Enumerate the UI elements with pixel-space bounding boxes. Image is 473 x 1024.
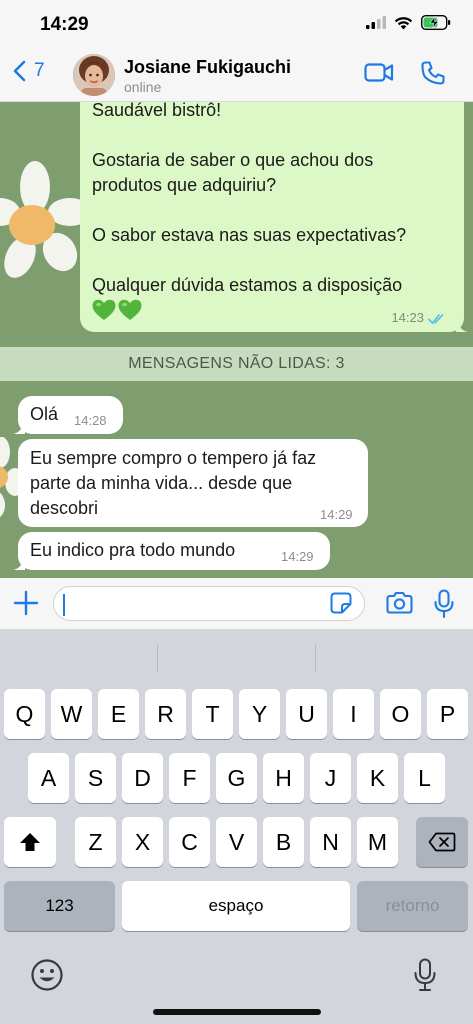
message-text: Olá bbox=[30, 404, 59, 424]
key-t[interactable]: T bbox=[192, 689, 233, 739]
space-key[interactable]: espaço bbox=[122, 881, 350, 931]
avatar[interactable] bbox=[73, 54, 115, 96]
key-k[interactable]: K bbox=[357, 753, 398, 803]
incoming-message-bubble[interactable]: Eu sempre compro o tempero já faz parte … bbox=[18, 439, 368, 527]
key-a[interactable]: A bbox=[28, 753, 69, 803]
message-text: Eu indico pra todo mundo bbox=[30, 540, 236, 560]
key-v[interactable]: V bbox=[216, 817, 257, 867]
key-r[interactable]: R bbox=[145, 689, 186, 739]
microphone-icon bbox=[414, 958, 436, 991]
video-camera-icon bbox=[364, 63, 394, 82]
wifi-icon bbox=[394, 16, 413, 29]
incoming-message-bubble[interactable]: Olá 14:28 bbox=[18, 396, 123, 434]
key-g[interactable]: G bbox=[216, 753, 257, 803]
message-text: Qualquer dúvida estamos a disposição bbox=[92, 275, 403, 295]
message-text: Saudável bistrô! bbox=[92, 102, 222, 120]
green-heart-emojis bbox=[92, 299, 142, 321]
shift-key[interactable] bbox=[4, 817, 56, 867]
green-heart-icon bbox=[92, 299, 116, 320]
microphone-icon bbox=[434, 589, 454, 619]
message-timestamp: 14:23 bbox=[391, 310, 424, 325]
keyboard: Q W E R T Y U I O P A S D F G H J K L Z … bbox=[0, 630, 473, 1024]
key-s[interactable]: S bbox=[75, 753, 116, 803]
return-key[interactable]: retorno bbox=[357, 881, 468, 931]
text-cursor bbox=[63, 594, 65, 616]
camera-icon bbox=[386, 591, 413, 614]
phone-icon bbox=[421, 61, 445, 85]
back-unread-count: 7 bbox=[34, 60, 45, 81]
dictation-button[interactable] bbox=[413, 958, 437, 997]
voice-message-button[interactable] bbox=[433, 589, 455, 624]
sticker-icon bbox=[330, 592, 352, 614]
message-timestamp: 14:29 bbox=[281, 549, 314, 564]
message-text: Eu sempre compro o tempero já faz bbox=[30, 448, 317, 468]
camera-button[interactable] bbox=[386, 591, 413, 619]
sticker-button[interactable] bbox=[330, 592, 352, 619]
backspace-icon bbox=[428, 832, 456, 852]
key-e[interactable]: E bbox=[98, 689, 139, 739]
key-d[interactable]: D bbox=[122, 753, 163, 803]
chat-header: 7 Josiane Fukigauchi online bbox=[0, 48, 473, 102]
message-timestamp: 14:29 bbox=[320, 507, 353, 522]
key-h[interactable]: H bbox=[263, 753, 304, 803]
chat-area[interactable]: Saudável bistrô! Gostaria de saber o que… bbox=[0, 102, 473, 578]
message-composer bbox=[0, 578, 473, 630]
voice-call-button[interactable] bbox=[420, 60, 446, 91]
green-heart-icon bbox=[118, 299, 142, 320]
key-w[interactable]: W bbox=[51, 689, 92, 739]
key-b[interactable]: B bbox=[263, 817, 304, 867]
key-n[interactable]: N bbox=[310, 817, 351, 867]
attach-button[interactable] bbox=[13, 590, 39, 621]
avatar-photo bbox=[73, 54, 115, 96]
status-time: 14:29 bbox=[40, 14, 89, 35]
key-m[interactable]: M bbox=[357, 817, 398, 867]
emoji-icon bbox=[31, 959, 63, 991]
message-text: parte da minha vida... desde que bbox=[30, 473, 293, 493]
emoji-keyboard-button[interactable] bbox=[30, 958, 64, 997]
status-icons bbox=[366, 15, 451, 30]
cellular-signal-icon bbox=[366, 16, 386, 29]
status-bar: 14:29 bbox=[0, 0, 473, 48]
message-text: O sabor estava nas suas expectativas? bbox=[92, 225, 407, 245]
unread-messages-banner: MENSAGENS NÃO LIDAS: 3 bbox=[0, 347, 473, 381]
home-indicator[interactable] bbox=[153, 1009, 321, 1015]
delete-key[interactable] bbox=[416, 817, 468, 867]
message-input[interactable] bbox=[53, 586, 365, 621]
key-i[interactable]: I bbox=[333, 689, 374, 739]
outgoing-message-bubble[interactable]: Saudável bistrô! Gostaria de saber o que… bbox=[80, 102, 464, 332]
back-button[interactable]: 7 bbox=[12, 60, 45, 82]
read-receipt-icon bbox=[428, 314, 444, 325]
suggestion-divider bbox=[157, 644, 158, 672]
message-timestamp: 14:28 bbox=[74, 413, 107, 428]
message-text: produtos que adquiriu? bbox=[92, 175, 277, 195]
contact-name[interactable]: Josiane Fukigauchi bbox=[124, 57, 291, 78]
suggestion-divider bbox=[315, 644, 316, 672]
key-y[interactable]: Y bbox=[239, 689, 280, 739]
key-f[interactable]: F bbox=[169, 753, 210, 803]
key-q[interactable]: Q bbox=[4, 689, 45, 739]
key-c[interactable]: C bbox=[169, 817, 210, 867]
key-z[interactable]: Z bbox=[75, 817, 116, 867]
shift-icon bbox=[20, 833, 40, 851]
incoming-message-bubble[interactable]: Eu indico pra todo mundo 14:29 bbox=[18, 532, 330, 570]
battery-charging-icon bbox=[421, 15, 451, 30]
bubble-tail bbox=[13, 418, 25, 434]
key-j[interactable]: J bbox=[310, 753, 351, 803]
bubble-tail bbox=[13, 554, 25, 570]
plus-icon bbox=[13, 590, 39, 616]
chevron-left-icon bbox=[13, 60, 26, 82]
contact-status: online bbox=[124, 79, 162, 95]
daisy-wallpaper-icon bbox=[0, 161, 90, 278]
message-text: descobri bbox=[30, 498, 99, 518]
numbers-key[interactable]: 123 bbox=[4, 881, 115, 931]
key-u[interactable]: U bbox=[286, 689, 327, 739]
video-call-button[interactable] bbox=[364, 62, 394, 89]
key-p[interactable]: P bbox=[427, 689, 468, 739]
key-x[interactable]: X bbox=[122, 817, 163, 867]
bubble-tail bbox=[456, 316, 468, 332]
message-text: Gostaria de saber o que achou dos bbox=[92, 150, 374, 170]
key-o[interactable]: O bbox=[380, 689, 421, 739]
key-l[interactable]: L bbox=[404, 753, 445, 803]
